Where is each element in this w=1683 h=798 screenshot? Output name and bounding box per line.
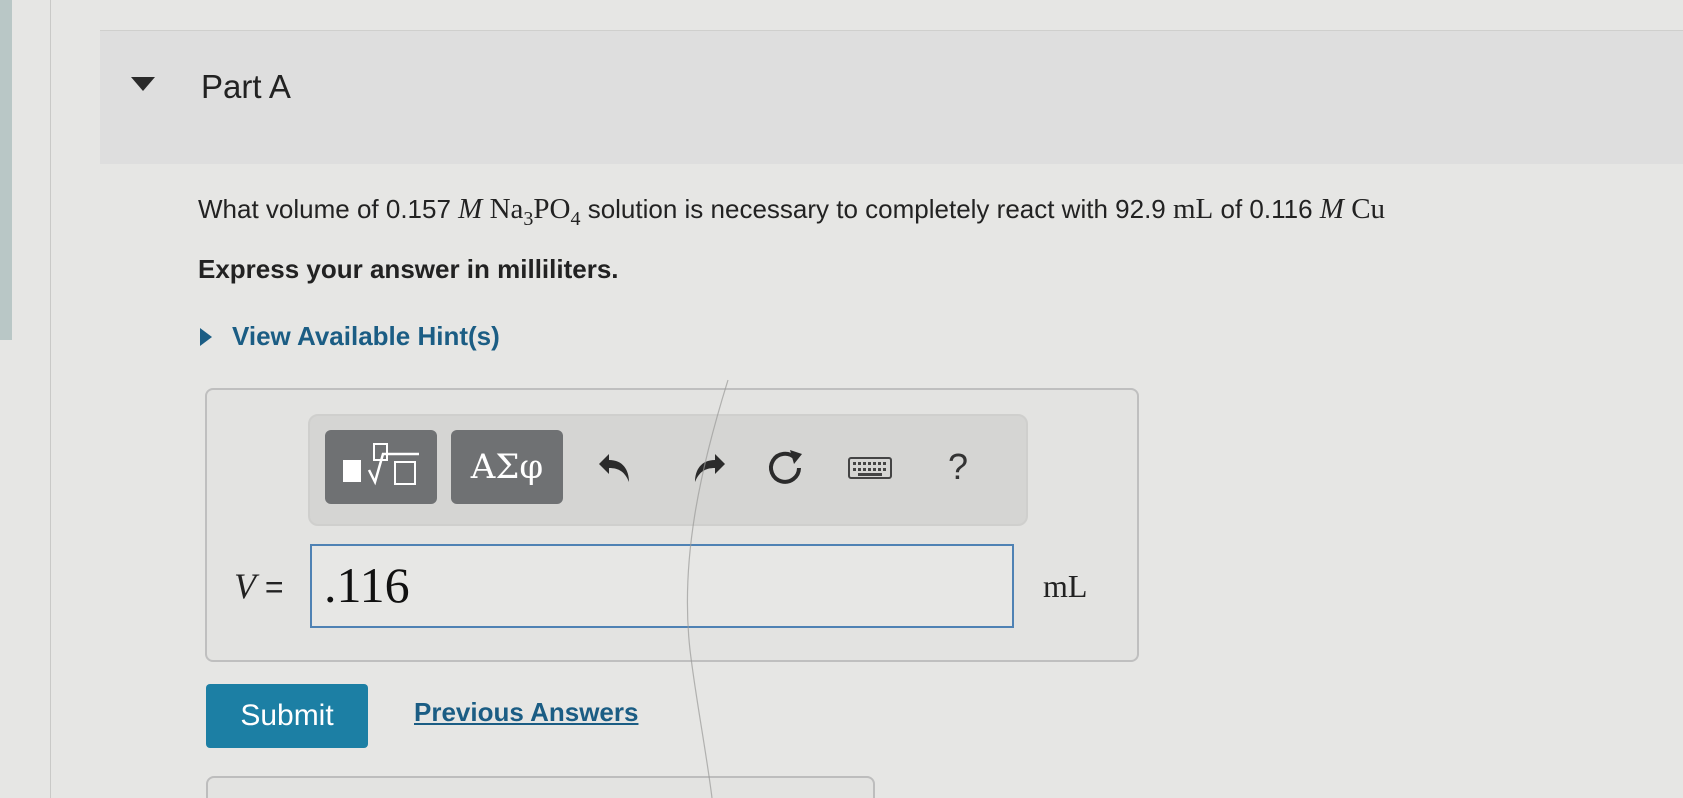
redo-button[interactable] xyxy=(683,446,729,490)
answer-input[interactable]: .116 xyxy=(310,544,1014,628)
caret-right-icon xyxy=(200,327,212,346)
symbols-button[interactable]: ΑΣφ xyxy=(451,430,563,504)
left-divider xyxy=(50,0,51,798)
left-edge-strip xyxy=(0,0,12,340)
undo-icon xyxy=(599,454,629,482)
templates-icon xyxy=(343,443,419,486)
second-reagent: M Cu xyxy=(1319,193,1386,225)
previous-answers-link[interactable]: Previous Answers xyxy=(414,697,638,728)
reset-icon xyxy=(769,450,802,484)
redo-icon xyxy=(695,454,725,482)
answer-unit-label: mL xyxy=(1043,568,1088,604)
submit-button[interactable]: Submit xyxy=(206,684,368,748)
feedback-box xyxy=(206,776,875,798)
molarity-unit: M Na3PO4 xyxy=(458,193,581,230)
collapse-part-toggle[interactable] xyxy=(129,74,157,94)
question-middle: solution is necessary to completely reac… xyxy=(580,194,1173,224)
volume-unit: mL xyxy=(1172,193,1214,225)
question-prefix: What volume of 0.157 xyxy=(198,194,459,224)
view-hints-label: View Available Hint(s) xyxy=(232,321,500,351)
question-text: What volume of 0.157 M Na3PO4 solution i… xyxy=(198,193,1683,231)
help-button[interactable]: ? xyxy=(938,446,978,490)
reset-button[interactable] xyxy=(762,446,808,490)
question-of: of 0.116 xyxy=(1213,194,1320,224)
keyboard-icon xyxy=(848,457,892,479)
templates-button[interactable] xyxy=(325,430,437,504)
answer-instruction: Express your answer in milliliters. xyxy=(198,254,619,284)
view-hints-toggle[interactable]: View Available Hint(s) xyxy=(198,321,500,352)
caret-down-icon xyxy=(131,77,155,91)
page: Part A What volume of 0.157 M Na3PO4 sol… xyxy=(0,0,1683,798)
part-title: Part A xyxy=(201,68,291,105)
keyboard-button[interactable] xyxy=(846,446,894,490)
part-header xyxy=(100,31,1683,164)
undo-button[interactable] xyxy=(595,446,641,490)
answer-variable-label: V = xyxy=(234,566,284,606)
